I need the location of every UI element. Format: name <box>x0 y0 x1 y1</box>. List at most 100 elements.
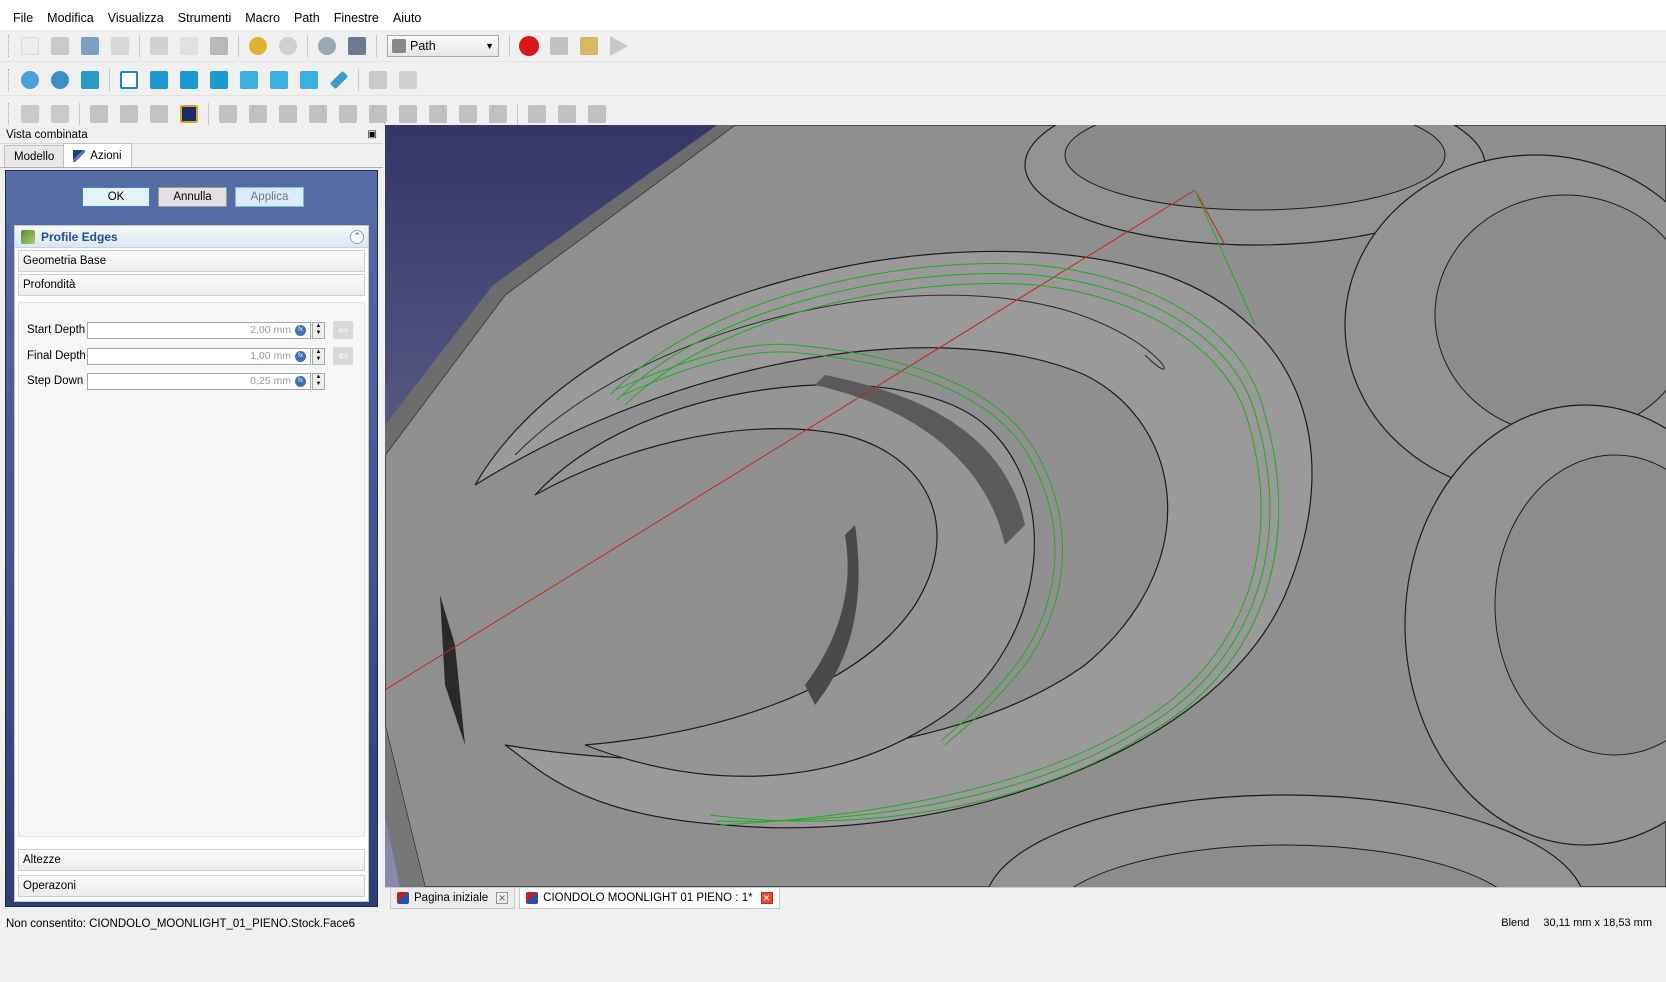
fit-selection-icon[interactable] <box>47 67 73 93</box>
depth-group: Start Depth 2,00 mm fx ▲ ▼ ⇦ Final Depth 1… <box>18 302 365 837</box>
undock-icon[interactable]: ▣ <box>368 129 377 140</box>
toolbar-separator <box>517 102 518 125</box>
redo-icon[interactable] <box>275 33 301 59</box>
part-icon[interactable] <box>365 67 391 93</box>
sanity-icon[interactable] <box>146 101 172 127</box>
close-icon[interactable]: ✕ <box>760 892 773 904</box>
apply-button[interactable]: Applica <box>235 187 304 207</box>
section-geometria-base[interactable]: Geometria Base <box>18 250 365 272</box>
start-depth-field[interactable]: 2,00 mm fx <box>87 321 311 339</box>
start-depth-row: Start Depth 2,00 mm fx ▲ ▼ ⇦ <box>27 321 353 339</box>
deburr-icon[interactable] <box>455 101 481 127</box>
refresh-icon[interactable] <box>314 33 340 59</box>
inspect-icon[interactable] <box>86 101 112 127</box>
3d-viewport[interactable] <box>385 125 1666 887</box>
navigation-style[interactable]: Blend <box>1501 917 1529 929</box>
expression-icon[interactable]: fx <box>295 350 306 362</box>
task-box-header: Profile Edges ⌃ <box>15 226 368 248</box>
face-icon[interactable] <box>365 101 391 127</box>
tab-ciondolo-document[interactable]: CIONDOLO MOONLIGHT 01 PIENO : 1* ✕ <box>519 888 780 909</box>
final-depth-stepper[interactable]: ▲ ▼ <box>312 347 325 365</box>
open-icon[interactable] <box>47 33 73 59</box>
start-depth-stepper[interactable]: ▲ ▼ <box>312 321 325 339</box>
freecad-icon <box>526 892 539 904</box>
bottom-view-icon[interactable] <box>266 67 292 93</box>
step-down-stepper[interactable]: ▲ ▼ <box>312 372 325 390</box>
isometric-view-icon[interactable] <box>116 67 142 93</box>
new-icon[interactable] <box>17 33 43 59</box>
dialog-buttons: OK Annulla Applica <box>82 187 304 207</box>
expression-icon[interactable]: fx <box>295 375 306 387</box>
record-macro-icon[interactable] <box>516 33 542 59</box>
top-view-icon[interactable] <box>176 67 202 93</box>
select-loop-icon[interactable] <box>176 101 202 127</box>
fit-all-icon[interactable] <box>17 67 43 93</box>
profile-faces-icon[interactable] <box>215 101 241 127</box>
cancel-button[interactable]: Annulla <box>158 187 227 207</box>
measure-icon[interactable] <box>326 67 352 93</box>
menu-file[interactable]: File <box>6 11 40 25</box>
tab-modello[interactable]: Modello <box>4 145 65 167</box>
paste-icon[interactable] <box>206 33 232 59</box>
arrow-left-icon[interactable]: ⇦ <box>333 347 353 365</box>
dressup-icon[interactable] <box>584 101 610 127</box>
step-down-value: 0,25 mm <box>250 375 291 387</box>
toolbar-grip[interactable] <box>8 68 11 91</box>
section-operazioni[interactable]: Operazoni <box>18 875 365 897</box>
front-view-icon[interactable] <box>146 67 172 93</box>
final-depth-label: Final Depth <box>27 350 86 362</box>
stack-icon[interactable] <box>554 101 580 127</box>
copy-icon[interactable] <box>176 33 202 59</box>
save-as-icon[interactable] <box>107 33 133 59</box>
save-icon[interactable] <box>77 33 103 59</box>
menu-modifica[interactable]: Modifica <box>40 11 101 25</box>
workbench-selector[interactable]: Path ▼ <box>387 34 499 57</box>
stop-macro-icon[interactable] <box>546 33 572 59</box>
collapse-icon[interactable]: ⌃ <box>350 229 364 244</box>
pocket-icon[interactable] <box>275 101 301 127</box>
helix-icon[interactable] <box>395 101 421 127</box>
panel-title-bar: Vista combinata ▣ <box>0 126 383 144</box>
menu-strumenti[interactable]: Strumenti <box>171 11 239 25</box>
rear-view-icon[interactable] <box>236 67 262 93</box>
drilling-icon[interactable] <box>335 101 361 127</box>
run-macro-icon[interactable] <box>606 33 632 59</box>
pocket-3d-icon[interactable] <box>305 101 331 127</box>
group-icon[interactable] <box>395 67 421 93</box>
tab-modello-label: Modello <box>14 150 55 163</box>
section-profondita[interactable]: Profondità <box>18 274 365 296</box>
arrow-left-icon[interactable]: ⇦ <box>333 321 353 339</box>
draw-style-icon[interactable] <box>77 67 103 93</box>
profile-edges-icon[interactable] <box>245 101 271 127</box>
toolbar-grip[interactable] <box>8 34 11 57</box>
toolbar-separator <box>109 68 110 91</box>
chevron-down-icon: ▼ <box>485 40 494 51</box>
menu-path[interactable]: Path <box>287 11 327 25</box>
undo-icon[interactable] <box>245 33 271 59</box>
menu-visualizza[interactable]: Visualizza <box>101 11 171 25</box>
ok-button[interactable]: OK <box>82 187 150 207</box>
simulator-icon[interactable] <box>116 101 142 127</box>
menu-macro[interactable]: Macro <box>238 11 287 25</box>
array-icon[interactable] <box>524 101 550 127</box>
toolbar-grip[interactable] <box>8 102 11 125</box>
toolbar-separator <box>358 68 359 91</box>
edit-macro-icon[interactable] <box>576 33 602 59</box>
tab-azioni[interactable]: Azioni <box>63 143 132 167</box>
final-depth-field[interactable]: 1,00 mm fx <box>87 347 311 365</box>
menu-aiuto[interactable]: Aiuto <box>386 11 429 25</box>
close-icon[interactable]: ✕ <box>496 892 509 904</box>
surface-icon[interactable] <box>485 101 511 127</box>
job-icon[interactable] <box>17 101 43 127</box>
expression-icon[interactable]: fx <box>295 324 306 336</box>
whats-this-icon[interactable] <box>344 33 370 59</box>
menu-finestre[interactable]: Finestre <box>327 11 386 25</box>
right-view-icon[interactable] <box>206 67 232 93</box>
section-altezze[interactable]: Altezze <box>18 849 365 871</box>
left-view-icon[interactable] <box>296 67 322 93</box>
engrave-icon[interactable] <box>425 101 451 127</box>
step-down-field[interactable]: 0,25 mm fx <box>87 372 311 390</box>
post-process-icon[interactable] <box>47 101 73 127</box>
cut-icon[interactable] <box>146 33 172 59</box>
tab-pagina-iniziale[interactable]: Pagina iniziale ✕ <box>390 888 516 909</box>
